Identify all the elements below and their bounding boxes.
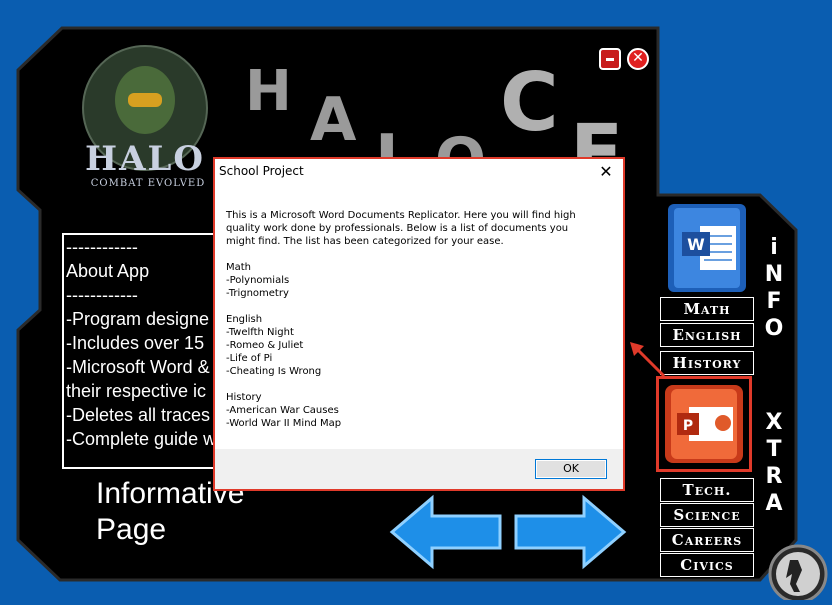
dialog-title: School Project (219, 164, 304, 178)
svg-text:P: P (683, 418, 693, 434)
nav-english[interactable]: English (660, 323, 754, 347)
section-heading: Math (226, 262, 252, 273)
counter-strike-icon[interactable] (760, 540, 830, 604)
close-button[interactable]: ✕ (627, 48, 649, 70)
nav-careers[interactable]: Careers (660, 528, 754, 552)
powerpoint-icon: P (665, 385, 743, 463)
dialog-message: This is a Microsoft Word Documents Repli… (226, 209, 606, 430)
list-item: -Polynomials (226, 275, 290, 286)
close-icon: ✕ (632, 50, 644, 66)
side-letter: R (765, 464, 783, 489)
list-item: -American War Causes (226, 405, 339, 416)
side-letter: A (765, 491, 783, 516)
section-heading: History (226, 392, 262, 403)
section-heading: English (226, 314, 263, 325)
side-letter: O (764, 316, 784, 341)
svg-text:W: W (687, 235, 705, 254)
minimize-button[interactable] (599, 48, 621, 70)
close-icon: ✕ (599, 162, 613, 181)
list-item: -Twelfth Night (226, 327, 294, 338)
svg-text:COMBAT EVOLVED: COMBAT EVOLVED (91, 178, 206, 188)
powerpoint-button[interactable]: P (656, 376, 752, 472)
list-item: -Romeo & Juliet (226, 340, 304, 351)
pointer-arrow-icon (630, 342, 666, 378)
arrow-right-icon (514, 494, 627, 570)
word-icon: W (668, 204, 746, 292)
dialog-footer: OK (215, 449, 623, 489)
dialog-close-button[interactable]: ✕ (595, 161, 617, 183)
side-letter: T (766, 437, 782, 462)
word-docs-button[interactable]: W (660, 200, 752, 295)
nav-civics[interactable]: Civics (660, 553, 754, 577)
nav-history[interactable]: History (660, 351, 754, 375)
nav-tech[interactable]: Tech. (660, 478, 754, 502)
list-item: -Trignometry (226, 288, 289, 299)
side-letter: X (765, 410, 783, 435)
list-item: -Life of Pi (226, 353, 273, 364)
side-letter: F (766, 289, 782, 314)
back-arrow-button[interactable] (388, 492, 506, 570)
list-item: -World War II Mind Map (226, 418, 342, 429)
list-item: -Cheating Is Wrong (226, 366, 322, 377)
school-project-dialog: School Project ✕ This is a Microsoft Wor… (213, 157, 625, 491)
side-letter: N (764, 262, 784, 287)
nav-math[interactable]: Math (660, 297, 754, 321)
nav-science[interactable]: Science (660, 503, 754, 527)
svg-text:H: H (245, 59, 292, 124)
arrow-left-icon (389, 494, 502, 570)
svg-text:A: A (310, 85, 357, 155)
svg-text:C: C (500, 56, 559, 149)
side-letter: i (770, 235, 778, 260)
forward-arrow-button[interactable] (510, 492, 628, 570)
svg-text:HALO: HALO (85, 139, 205, 179)
ok-button[interactable]: OK (535, 459, 607, 479)
